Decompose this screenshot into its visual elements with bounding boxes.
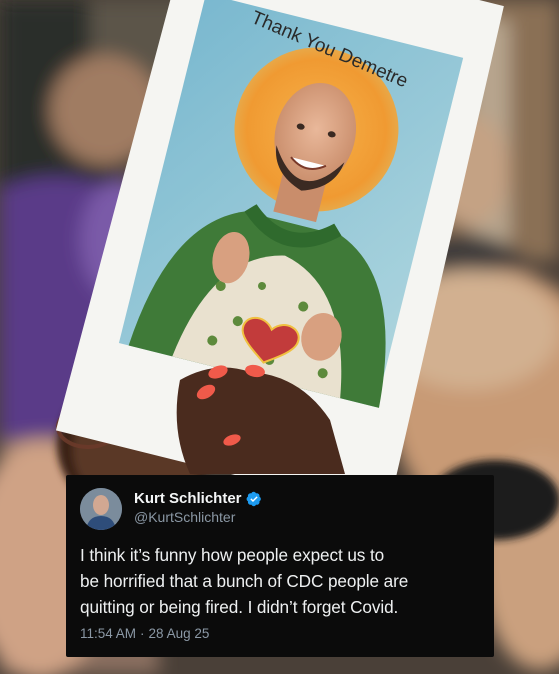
author-handle[interactable]: @KurtSchlichter (134, 509, 262, 525)
author-display-name[interactable]: Kurt Schlichter (134, 490, 242, 507)
avatar-image (80, 488, 122, 530)
avatar[interactable] (80, 488, 122, 530)
meta-separator: · (140, 626, 145, 641)
tweet-timestamp[interactable]: 11:54 AM · 28 Aug 25 (80, 626, 480, 641)
tweet-text: I think it’s funny how people expect us … (80, 545, 409, 617)
tweet-header: Kurt Schlichter @KurtSchlichter (80, 488, 480, 530)
tweet-card[interactable]: Kurt Schlichter @KurtSchlichter I think … (66, 475, 494, 657)
verified-badge-icon (246, 491, 261, 506)
tweet-date: 28 Aug 25 (148, 626, 210, 641)
tweet-author: Kurt Schlichter @KurtSchlichter (134, 488, 262, 525)
tweet-time: 11:54 AM (80, 626, 137, 641)
